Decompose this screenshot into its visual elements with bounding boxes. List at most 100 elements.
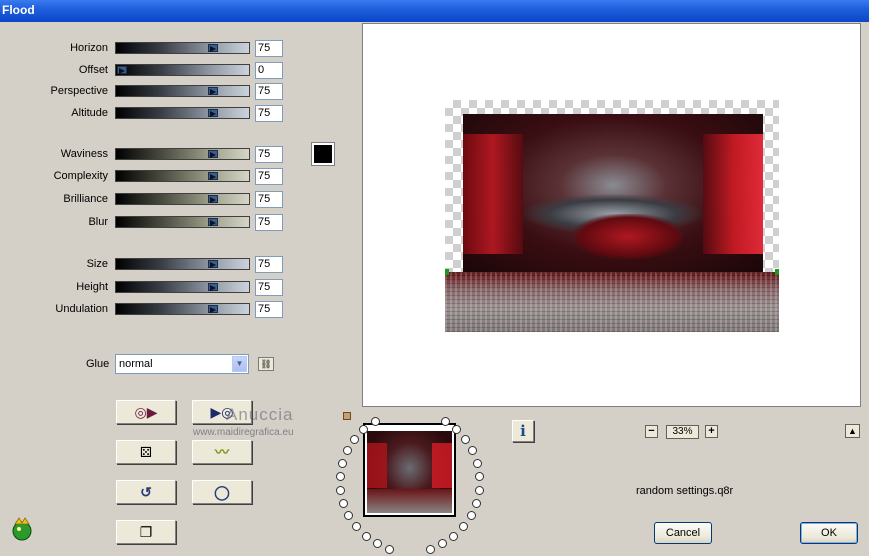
- height-input[interactable]: 75: [255, 279, 283, 296]
- cancel-button[interactable]: Cancel: [654, 522, 712, 544]
- slider-label: Complexity: [53, 170, 108, 182]
- info-icon[interactable]: i: [512, 420, 534, 442]
- glue-select[interactable]: normal ▼: [115, 354, 249, 374]
- ring-dot[interactable]: [472, 458, 482, 468]
- ring-dot[interactable]: [342, 446, 352, 456]
- brilliance-slider[interactable]: [115, 193, 250, 205]
- reset-button[interactable]: ◯: [192, 480, 252, 504]
- size-slider[interactable]: [115, 258, 250, 270]
- horizon-input[interactable]: 75: [255, 40, 283, 57]
- undulation-input[interactable]: 75: [255, 301, 283, 318]
- tan-square-icon[interactable]: [343, 412, 351, 420]
- brilliance-input[interactable]: 75: [255, 191, 283, 208]
- ring-dot[interactable]: [351, 522, 361, 532]
- slider-thumb[interactable]: [207, 150, 218, 158]
- perspective-input[interactable]: 75: [255, 83, 283, 100]
- slider-thumb[interactable]: [207, 260, 218, 268]
- settings-file-name: random settings.q8r: [636, 485, 734, 497]
- ring-dot[interactable]: [449, 531, 459, 541]
- copy-button[interactable]: ❐: [116, 520, 176, 544]
- ring-dot[interactable]: [475, 485, 485, 495]
- thumb-left-red: [367, 443, 387, 488]
- blur-input[interactable]: 75: [255, 214, 283, 231]
- play-button[interactable]: ◎▶: [116, 400, 176, 424]
- watermark-url: www.maidiregrafica.eu: [193, 427, 294, 438]
- ring-dot[interactable]: [468, 446, 478, 456]
- horizon-handle-right[interactable]: [775, 269, 779, 275]
- altitude-slider[interactable]: [115, 107, 250, 119]
- slider-thumb[interactable]: [207, 87, 218, 95]
- ok-button[interactable]: OK: [800, 522, 858, 544]
- slider-thumb[interactable]: [207, 172, 218, 180]
- ring-dot[interactable]: [335, 485, 345, 495]
- ring-dot[interactable]: [475, 472, 485, 482]
- ring-dot[interactable]: [350, 434, 360, 444]
- slider-thumb[interactable]: [207, 305, 218, 313]
- slider-label: Horizon: [70, 42, 108, 54]
- slider-thumb[interactable]: [207, 44, 218, 52]
- ring-dot[interactable]: [438, 539, 448, 549]
- ring-dot[interactable]: [335, 472, 345, 482]
- slider-label: Undulation: [55, 303, 108, 315]
- complexity-slider[interactable]: [115, 170, 250, 182]
- random-button[interactable]: ⚄: [116, 440, 176, 464]
- altitude-input[interactable]: 75: [255, 105, 283, 122]
- disc-play-icon: ◎▶: [134, 404, 158, 420]
- complexity-input[interactable]: 75: [255, 168, 283, 185]
- offset-input[interactable]: 0: [255, 62, 283, 79]
- ring-dot[interactable]: [472, 498, 482, 508]
- image-right-red: [703, 134, 763, 254]
- chevron-up-icon[interactable]: ▲: [845, 424, 860, 438]
- chevron-down-icon[interactable]: ▼: [232, 356, 247, 372]
- ring-dot[interactable]: [466, 511, 476, 521]
- slider-label: Perspective: [50, 85, 108, 97]
- slider-thumb[interactable]: [117, 66, 127, 74]
- waviness-slider[interactable]: [115, 148, 250, 160]
- preview-pane[interactable]: [362, 23, 861, 407]
- slider-thumb[interactable]: [207, 195, 218, 203]
- ring-dot[interactable]: [338, 498, 348, 508]
- wave-button[interactable]: 〰: [192, 440, 252, 464]
- undo-icon: ↺: [140, 484, 152, 500]
- ring-dot[interactable]: [459, 522, 469, 532]
- horizon-line[interactable]: [445, 272, 779, 273]
- thumb-right-red: [432, 443, 452, 488]
- ring-dot[interactable]: [425, 544, 435, 554]
- height-slider[interactable]: [115, 281, 250, 293]
- dice-icon: ⚄: [139, 444, 153, 460]
- horizon-handle-left[interactable]: [445, 269, 449, 275]
- ring-dot[interactable]: [460, 434, 470, 444]
- ring-dot[interactable]: [344, 511, 354, 521]
- perspective-slider[interactable]: [115, 85, 250, 97]
- horizon-slider[interactable]: [115, 42, 250, 54]
- zoom-in-button[interactable]: +: [705, 425, 718, 438]
- offset-slider[interactable]: [115, 64, 250, 76]
- flood-reflection: [445, 272, 779, 332]
- slider-thumb[interactable]: [207, 283, 218, 291]
- ring-dot[interactable]: [385, 544, 395, 554]
- slider-label: Blur: [88, 216, 108, 228]
- ring-dot[interactable]: [372, 539, 382, 549]
- zoom-level: 33%: [666, 425, 699, 439]
- ring-dot[interactable]: [361, 531, 371, 541]
- slider-thumb[interactable]: [207, 109, 218, 117]
- thumbnail-navigator[interactable]: [363, 423, 456, 517]
- undo-button[interactable]: ↺: [116, 480, 176, 504]
- blur-slider[interactable]: [115, 216, 250, 228]
- ring-dot[interactable]: [440, 416, 450, 426]
- slider-label: Altitude: [71, 107, 108, 119]
- link-icon[interactable]: ⛓: [258, 357, 274, 371]
- size-input[interactable]: 75: [255, 256, 283, 273]
- waviness-input[interactable]: 75: [255, 146, 283, 163]
- thumb-floor: [367, 489, 452, 513]
- zoom-out-button[interactable]: −: [645, 425, 658, 438]
- preview-image: [463, 114, 763, 272]
- slider-label: Waviness: [60, 148, 108, 160]
- slider-thumb[interactable]: [207, 218, 218, 226]
- undulation-slider[interactable]: [115, 303, 250, 315]
- ring-dot[interactable]: [370, 416, 380, 426]
- color-swatch[interactable]: [311, 142, 335, 166]
- copy-icon: ❐: [139, 524, 153, 540]
- ring-dot[interactable]: [451, 424, 461, 434]
- ring-dot[interactable]: [338, 458, 348, 468]
